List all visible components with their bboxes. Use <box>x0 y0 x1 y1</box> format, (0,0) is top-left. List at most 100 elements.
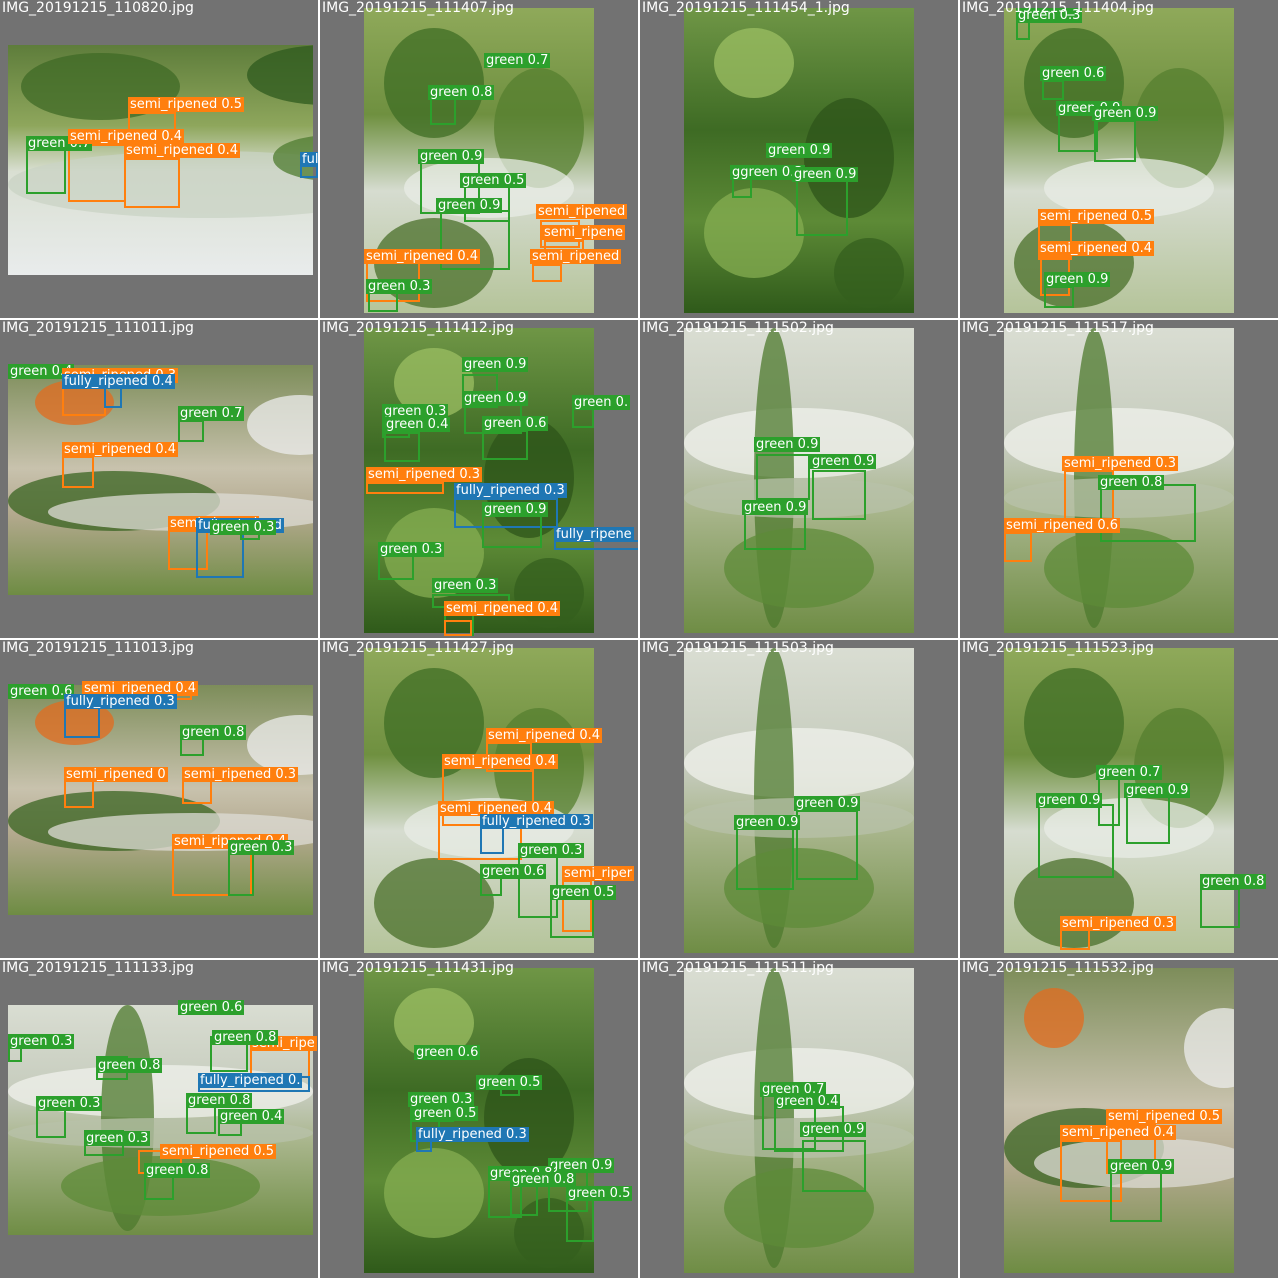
image-cell: IMG_20191215_111404.jpg green 0.3 green 0.… <box>960 0 1278 318</box>
foliage-shape <box>374 858 494 948</box>
detection-label: semi_ripened 0.4 <box>68 129 185 144</box>
image-cell: IMG_20191215_111431.jpg green 0.6 green 0.… <box>320 960 638 1278</box>
detection-label: green 0.9 <box>1092 106 1159 121</box>
detection-box-green <box>384 432 420 462</box>
detection-box-green <box>228 850 254 896</box>
image-cell: IMG_20191215_111523.jpg green 0.7 green 0.… <box>960 640 1278 958</box>
detection-label: semi_ripened 0.5 <box>1038 209 1155 224</box>
image-cell: IMG_20191215_111407.jpg green 0.7 green 0.… <box>320 0 638 318</box>
detection-label: green 0.3 <box>84 1131 151 1146</box>
image-cell: IMG_20191215_111013.jpg green 0.6 semi_rip… <box>0 640 318 958</box>
detection-box-green <box>744 512 806 550</box>
detection-label: green 0.6 <box>1040 66 1107 81</box>
detection-label: semi_ripened 0.4 <box>444 601 561 616</box>
detection-mosaic: IMG_20191215_110820.jpg semi_ripened 0.5 g… <box>0 0 1280 1280</box>
detection-label: fully_ripened 0.3 <box>64 694 177 709</box>
detection-label: green 0.5 <box>412 1106 479 1121</box>
foliage-shape <box>1024 668 1124 778</box>
detection-label: semi_ripened 0.4 <box>124 143 241 158</box>
tomato-photo <box>684 8 914 313</box>
detection-label: fully_ripened <box>300 152 318 167</box>
detection-box-green <box>178 420 204 442</box>
detection-label: green 0.9 <box>794 796 861 811</box>
detection-box-semi-ripened <box>444 620 472 636</box>
detection-label: green 0.5 <box>476 1075 543 1090</box>
detection-box-semi-ripened <box>68 144 126 202</box>
detection-label: semi_ripened 0.4 <box>1038 241 1155 256</box>
detection-box-semi-ripened <box>532 264 562 282</box>
image-filename: IMG_20191215_111511.jpg <box>642 960 834 976</box>
detection-label: green 0.9 <box>742 500 809 515</box>
detection-label: semi_ripened <box>536 204 628 219</box>
detection-label: green 0.8 <box>1098 475 1165 490</box>
detection-box-semi-ripened <box>124 158 180 208</box>
detection-box-semi-ripened <box>64 780 94 808</box>
image-filename: IMG_20191215_111431.jpg <box>322 960 514 976</box>
detection-box-green <box>1038 804 1114 878</box>
image-filename: IMG_20191215_111407.jpg <box>322 0 514 16</box>
detection-label: green 0.3 <box>228 840 295 855</box>
foliage-shape <box>704 188 804 278</box>
detection-box-green <box>430 97 456 125</box>
detection-box-green <box>1126 792 1170 844</box>
foliage-shape <box>1024 988 1084 1048</box>
foliage-shape <box>1014 218 1134 308</box>
detection-label: green 0.6 <box>482 416 549 431</box>
detection-label: green 0.8 <box>96 1058 163 1073</box>
detection-label: green 0.8 <box>1200 874 1267 889</box>
detection-label: green 0.3 <box>432 578 499 593</box>
detection-box-green <box>736 828 794 890</box>
image-cell: IMG_20191215_111511.jpg green 0.7 green 0.… <box>640 960 958 1278</box>
detection-label: green 0.9 <box>1036 793 1103 808</box>
image-filename: IMG_20191215_111412.jpg <box>322 320 514 336</box>
detection-label: semi_ripened 0.4 <box>486 728 603 743</box>
detection-label: semi_ripened 0.4 <box>1060 1125 1177 1140</box>
detection-label: green 0.8 <box>212 1030 279 1045</box>
detection-label: green 0.9 <box>734 815 801 830</box>
detection-label: green 0.9 <box>1124 783 1191 798</box>
detection-label: green 0.5 <box>460 173 527 188</box>
detection-label: green 0.3 <box>408 1092 475 1107</box>
image-cell: IMG_20191215_111427.jpg semi_ripened 0.4 s… <box>320 640 638 958</box>
detection-box-green <box>812 470 866 520</box>
detection-label: semi_ripened 0.3 <box>1060 916 1177 931</box>
detection-label: semi_ripened 0 <box>64 767 168 782</box>
detection-box-green <box>186 1104 216 1134</box>
detection-label: semi_ripened 0.5 <box>128 97 245 112</box>
detection-label: semi_ripened 0.5 <box>1106 1109 1223 1124</box>
detection-label: green 0.9 <box>462 391 529 406</box>
detection-box-semi-ripened <box>62 456 94 488</box>
detection-box-green <box>1042 80 1064 100</box>
detection-label: green 0.6 <box>480 864 547 879</box>
tomato-photo <box>8 365 313 595</box>
detection-label: semi_ripened 0.6 <box>1004 518 1121 533</box>
detection-label: green 0.5 <box>566 1186 633 1201</box>
detection-label: green 0.9 <box>418 149 485 164</box>
image-cell: IMG_20191215_111502.jpg green 0.9 green 0.… <box>640 320 958 638</box>
detection-box-semi-ripened <box>1004 532 1032 562</box>
foliage-shape <box>246 45 313 106</box>
detection-label: green 0.9 <box>810 454 877 469</box>
image-cell: IMG_20191215_111454_1.jpg green 0.9 ggreen… <box>640 0 958 318</box>
detection-label: green 0.8 <box>180 725 247 740</box>
detection-box-green <box>756 454 810 500</box>
image-filename: IMG_20191215_111517.jpg <box>962 320 1154 336</box>
foliage-shape <box>684 728 914 798</box>
image-filename: IMG_20191215_111013.jpg <box>2 640 194 656</box>
detection-label: fully_ripened 0.3 <box>416 1127 529 1142</box>
image-cell: IMG_20191215_111517.jpg semi_ripened 0.3 g… <box>960 320 1278 638</box>
detection-label: fully_ripene <box>554 527 634 542</box>
detection-label: green 0.4 <box>384 417 451 432</box>
detection-label: fully_ripened 0.3 <box>480 814 593 829</box>
detection-label: fully_ripened 0.3 <box>454 483 567 498</box>
detection-box-green <box>566 1196 594 1242</box>
detection-label: green 0.9 <box>754 437 821 452</box>
detection-label: semi_ripened <box>530 249 622 264</box>
detection-box-green <box>482 430 528 460</box>
image-filename: IMG_20191215_111523.jpg <box>962 640 1154 656</box>
foliage-shape <box>514 558 584 628</box>
image-filename: IMG_20191215_111427.jpg <box>322 640 514 656</box>
detection-label: green 0.3 <box>366 279 433 294</box>
image-cell: IMG_20191215_110820.jpg semi_ripened 0.5 g… <box>0 0 318 318</box>
image-filename: IMG_20191215_111404.jpg <box>962 0 1154 16</box>
